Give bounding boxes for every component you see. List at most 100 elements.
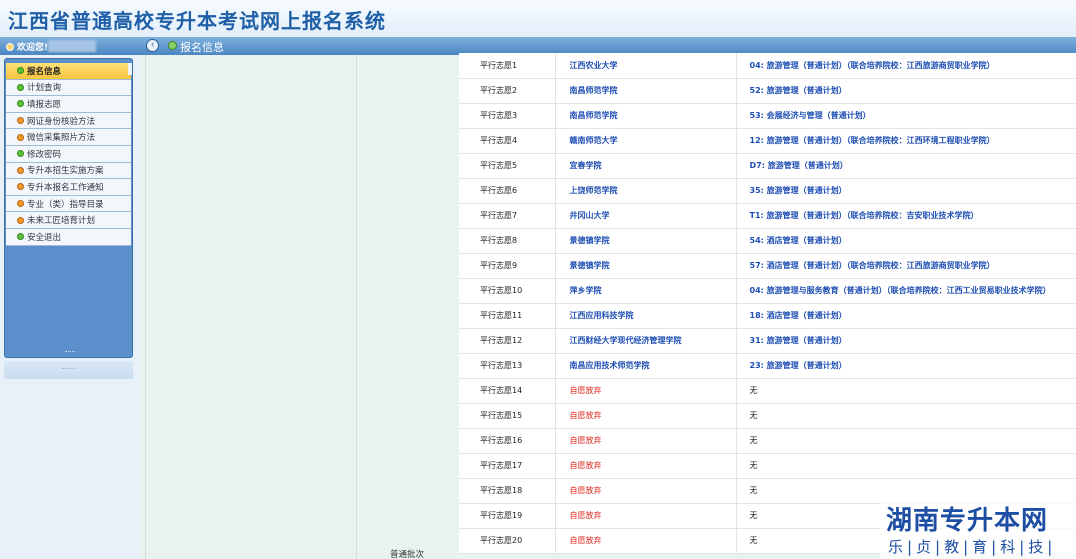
chevron-left-icon[interactable]: ‹	[146, 39, 159, 52]
menu-scroll-indicator[interactable]	[128, 63, 132, 75]
choice-number: 平行志愿5	[459, 153, 556, 179]
choice-school: 自愿放弃	[555, 503, 737, 529]
choice-number: 平行志愿4	[459, 128, 556, 154]
user-icon	[6, 42, 14, 51]
choice-row: 平行志愿5 宜春学院 D7: 旅游管理（普通计划）	[459, 153, 1076, 179]
sidebar-item-label: 计划查询	[27, 83, 62, 94]
choice-major: T1: 旅游管理（普通计划）（联合培养院校：吉安职业技术学院）	[736, 203, 1076, 229]
choice-school: 自愿放弃	[555, 378, 737, 404]
choice-school: 江西应用科技学院	[555, 303, 737, 329]
choice-school: 萍乡学院	[555, 278, 737, 304]
sidebar: 报名信息计划查询填报志愿网证身份核验方法 微信采集照片方法 修改密码专升本招生实施方…	[0, 55, 140, 559]
choice-school: 南昌师范学院	[555, 78, 737, 104]
sidebar-item-7[interactable]: 专升本报名工作通知	[6, 179, 131, 196]
welcome-text: 欢迎您!	[17, 43, 49, 53]
username-redacted	[48, 40, 96, 52]
choice-school: 自愿放弃	[555, 528, 737, 554]
choice-number: 平行志愿11	[459, 303, 556, 329]
choice-row: 平行志愿16 自愿放弃无	[459, 428, 1076, 454]
choice-number: 平行志愿3	[459, 103, 556, 129]
choice-number: 平行志愿7	[459, 203, 556, 229]
sidebar-item-10[interactable]: 安全退出	[6, 228, 131, 246]
choice-number: 平行志愿18	[459, 478, 556, 504]
choice-number: 平行志愿19	[459, 503, 556, 529]
choice-major: 04: 旅游管理（普通计划）（联合培养院校：江西旅游商贸职业学院）	[736, 53, 1076, 79]
choice-number: 平行志愿2	[459, 78, 556, 104]
choice-row: 平行志愿6 上饶师范学院 35: 旅游管理（普通计划）	[459, 178, 1076, 204]
menu-bullet-icon	[17, 183, 24, 191]
choice-number: 平行志愿14	[459, 378, 556, 404]
menu-bullet-icon	[17, 133, 24, 141]
welcome-area: 欢迎您!	[6, 40, 48, 53]
choice-school: 自愿放弃	[555, 428, 737, 454]
choice-school: 井冈山大学	[555, 203, 737, 229]
choice-row: 平行志愿3 南昌师范学院 53: 会展经济与管理（普通计划）	[459, 103, 1076, 129]
choice-major: 53: 会展经济与管理（普通计划）	[736, 103, 1076, 129]
sidebar-item-6[interactable]: 专升本招生实施方案	[6, 162, 131, 180]
choice-row: 平行志愿17 自愿放弃无	[459, 453, 1076, 479]
menu-bullet-icon	[17, 83, 24, 91]
sidebar-item-label: 专业（类）指导目录	[27, 199, 104, 210]
choices-body: 平行志愿1 江西农业大学 04: 旅游管理（普通计划）（联合培养院校：江西旅游商贸职…	[459, 53, 1076, 554]
choice-school: 景德镇学院	[555, 253, 737, 279]
choice-major: 23: 旅游管理（普通计划）	[736, 353, 1076, 379]
app-root: 江西省普通高校专升本考试网上报名系统 欢迎您! ‹ 报名信息 报名信息 计划查询填…	[0, 0, 1076, 559]
choice-row: 平行志愿13 南昌应用技术师范学院 23: 旅游管理（普通计划）	[459, 353, 1076, 379]
sidebar-item-0[interactable]: 报名信息	[6, 63, 131, 80]
sidebar-item-label: 专升本报名工作通知	[27, 182, 104, 193]
menu-bullet-icon	[17, 67, 24, 75]
sidebar-item-8[interactable]: 专业（类）指导目录	[6, 195, 131, 213]
sidebar-item-5[interactable]: 修改密码	[6, 145, 131, 163]
sidebar-item-1[interactable]: 计划查询	[6, 79, 131, 97]
choice-major: 52: 旅游管理（普通计划）	[736, 78, 1076, 104]
choice-number: 平行志愿8	[459, 228, 556, 254]
sidebar-item-label: 网证身份核验方法	[27, 116, 96, 127]
batch-column: 普通批次	[356, 55, 458, 559]
choices-table: 平行志愿1 江西农业大学 04: 旅游管理（普通计划）（联合培养院校：江西旅游商贸职…	[459, 53, 1076, 554]
sidebar-item-label: 安全退出	[27, 232, 62, 243]
menu-bullet-icon	[17, 216, 24, 224]
sidebar-item-4[interactable]: 微信采集照片方法	[6, 129, 131, 146]
choice-school: 上饶师范学院	[555, 178, 737, 204]
sidebar-item-label: 专升本招生实施方案	[27, 166, 104, 177]
choice-row: 平行志愿10 萍乡学院 04: 旅游管理与服务教育（普通计划）（联合培养院校：江西工…	[459, 278, 1076, 304]
choice-school: 自愿放弃	[555, 403, 737, 429]
choice-number: 平行志愿20	[459, 528, 556, 554]
sidebar-item-label: 修改密码	[27, 149, 62, 160]
choice-school: 自愿放弃	[555, 453, 737, 479]
menu-bullet-icon	[17, 233, 24, 241]
choice-row: 平行志愿9 景德镇学院 57: 酒店管理（普通计划）（联合培养院校：江西旅游商贸职业…	[459, 253, 1076, 279]
menu-grip	[65, 351, 75, 353]
menu-bullet-icon	[17, 117, 24, 125]
sidebar-footer-bar	[4, 361, 133, 379]
choice-school: 江西农业大学	[555, 53, 737, 79]
sidebar-item-2[interactable]: 填报志愿	[6, 96, 131, 113]
sidebar-item-3[interactable]: 网证身份核验方法	[6, 112, 131, 130]
choice-major: 无	[736, 428, 1076, 454]
choice-number: 平行志愿13	[459, 353, 556, 379]
choice-major: 12: 旅游管理（普通计划）（联合培养院校：江西环境工程职业学院）	[736, 128, 1076, 154]
watermark-subtitle: 乐|贞|教|育|科|技|	[888, 538, 1057, 556]
choice-row: 平行志愿14 自愿放弃无	[459, 378, 1076, 404]
tab-icon	[168, 41, 177, 50]
sidebar-item-label: 报名信息	[27, 66, 62, 77]
menu-bullet-icon	[17, 100, 24, 108]
sidebar-item-label: 微信采集照片方法	[27, 133, 96, 144]
choice-major: 31: 旅游管理（普通计划）	[736, 328, 1076, 354]
sidebar-footer-grip[interactable]	[62, 368, 76, 370]
watermark: 湖南专升本网 乐|贞|教|育|科|技|	[880, 498, 1076, 559]
choice-major: 18: 酒店管理（普通计划）	[736, 303, 1076, 329]
info-pane	[145, 55, 356, 559]
choice-school: 江西财经大学现代经济管理学院	[555, 328, 737, 354]
choice-row: 平行志愿4 赣南师范大学 12: 旅游管理（普通计划）（联合培养院校：江西环境工程职…	[459, 128, 1076, 154]
choice-school: 宜春学院	[555, 153, 737, 179]
tab-registration-info[interactable]: 报名信息	[180, 39, 224, 55]
choice-major: 04: 旅游管理与服务教育（普通计划）（联合培养院校：江西工业贸易职业技术学院）	[736, 278, 1076, 304]
choice-row: 平行志愿7 井冈山大学 T1: 旅游管理（普通计划）（联合培养院校：吉安职业技术学院…	[459, 203, 1076, 229]
menu-bullet-icon	[17, 200, 24, 208]
sidebar-item-9[interactable]: 未来工匠培育计划	[6, 212, 131, 229]
choice-school: 景德镇学院	[555, 228, 737, 254]
choice-major: 57: 酒店管理（普通计划）（联合培养院校：江西旅游商贸职业学院）	[736, 253, 1076, 279]
choice-school: 自愿放弃	[555, 478, 737, 504]
choice-number: 平行志愿10	[459, 278, 556, 304]
